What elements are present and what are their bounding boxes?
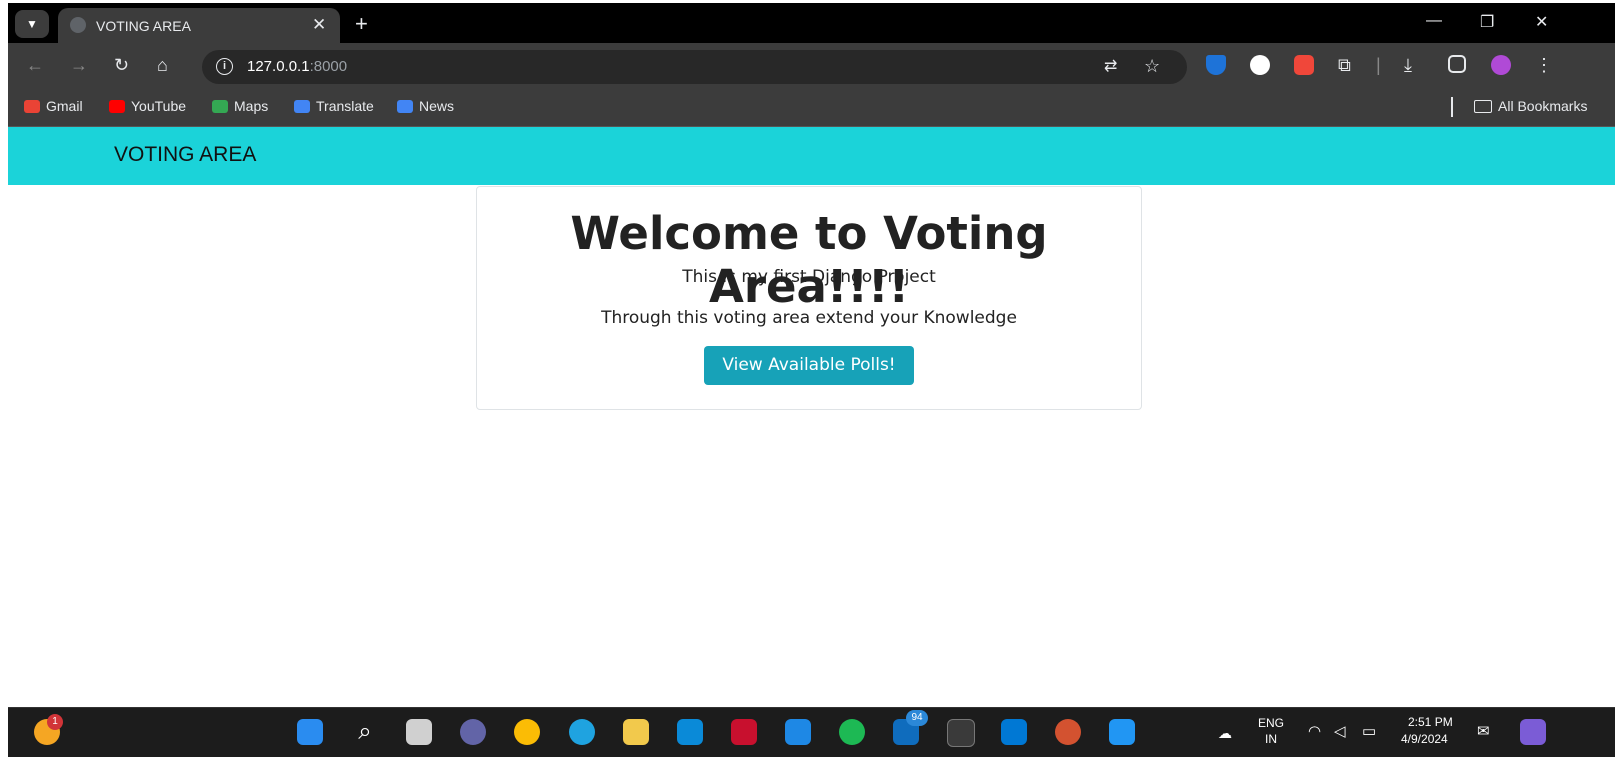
url-text[interactable]: 127.0.0.1:8000 (247, 58, 347, 75)
side-panel-icon[interactable] (1448, 55, 1466, 73)
all-bookmarks[interactable]: All Bookmarks (1474, 98, 1587, 114)
copilot-icon[interactable] (1520, 719, 1546, 745)
globe-icon (70, 17, 86, 33)
close-tab-icon[interactable]: ✕ (312, 15, 326, 35)
view-polls-button[interactable]: View Available Polls! (704, 346, 914, 385)
translate-icon[interactable]: ⇄ (1104, 57, 1117, 77)
chevron-down-icon: ▼ (26, 17, 38, 31)
volume-icon[interactable]: ◁ (1334, 722, 1346, 740)
powerpoint-icon[interactable] (1055, 719, 1081, 745)
close-window-button[interactable]: ✕ (1535, 12, 1548, 32)
spotify-icon[interactable] (839, 719, 865, 745)
battery-icon[interactable]: ▭ (1362, 722, 1376, 740)
file-explorer-icon[interactable] (623, 719, 649, 745)
forward-icon[interactable]: → (70, 55, 88, 75)
bookmark-label: News (419, 98, 455, 114)
bookmark-label: Gmail (46, 98, 83, 114)
site-navbar: VOTING AREA (8, 127, 1615, 185)
chrome-icon[interactable] (514, 719, 540, 745)
all-bookmarks-label: All Bookmarks (1498, 98, 1588, 114)
bookmarks-divider (1451, 97, 1453, 117)
region-indicator: IN (1265, 732, 1277, 746)
minimize-button[interactable]: — (1426, 12, 1442, 30)
myhp-icon[interactable] (677, 719, 703, 745)
shield-extension-icon[interactable] (1206, 55, 1226, 75)
bookmark-maps[interactable]: Maps (212, 98, 268, 114)
menu-icon[interactable]: ⋮ (1535, 55, 1553, 75)
news-icon (397, 99, 413, 113)
home-icon[interactable]: ⌂ (157, 55, 168, 75)
url-port: :8000 (309, 58, 348, 75)
address-bar[interactable]: i 127.0.0.1:8000 ⇄ ☆ (202, 50, 1187, 84)
record-extension-icon[interactable] (1250, 55, 1270, 75)
translate-icon (294, 99, 310, 113)
url-host: 127.0.0.1 (247, 58, 310, 75)
clock-time[interactable]: 2:51 PM (1408, 715, 1453, 729)
wifi-icon[interactable]: ◠ (1308, 722, 1321, 740)
bookmark-news[interactable]: News (397, 98, 454, 114)
browser-tab[interactable]: VOTING AREA ✕ (58, 8, 340, 43)
reload-icon[interactable]: ↻ (114, 55, 129, 75)
mcafee-icon[interactable] (731, 719, 757, 745)
browser-toolbar: ← → ↻ ⌂ i 127.0.0.1:8000 ⇄ ☆ ⧉ | ⤓ ⋮ (8, 43, 1615, 89)
video-editor-icon[interactable] (785, 719, 811, 745)
new-tab-button[interactable]: + (355, 11, 368, 37)
page-title: Welcome to Voting Area!!!! (570, 207, 1048, 313)
extensions-icon[interactable]: ⧉ (1338, 55, 1351, 75)
restore-button[interactable]: ❐ (1480, 12, 1494, 32)
welcome-card: Welcome to Voting Area!!!! This is my fi… (476, 186, 1142, 410)
chat-icon[interactable] (460, 719, 486, 745)
download-icon[interactable]: ⤓ (1404, 55, 1412, 75)
notification-icon[interactable]: ✉ (1477, 722, 1490, 740)
back-icon[interactable]: ← (26, 55, 44, 75)
bookmark-star-icon[interactable]: ☆ (1144, 56, 1160, 76)
outlook-badge: 94 (906, 710, 928, 726)
bookmark-label: Maps (234, 98, 269, 114)
bookmark-youtube[interactable]: YouTube (109, 98, 186, 114)
subtitle-text: This is my first Django Project (682, 267, 936, 287)
tab-strip: ▼ VOTING AREA ✕ + — ❐ ✕ (8, 3, 1615, 43)
youtube-icon (109, 99, 125, 113)
bookmark-label: Translate (316, 98, 374, 114)
windows-taskbar: 1 ⌕ 94 ☁ ENG IN ◠ ◁ ▭ 2:51 PM 4/9/2024 ✉ (8, 707, 1615, 757)
gmail-icon (24, 99, 40, 113)
search-icon[interactable]: ⌕ (352, 719, 378, 745)
navbar-brand[interactable]: VOTING AREA (114, 143, 256, 167)
maps-icon (212, 99, 228, 113)
terminal-icon[interactable] (947, 719, 975, 747)
description-text: Through this voting area extend your Kno… (601, 308, 1017, 328)
bookmarks-bar: Gmail YouTube Maps Translate News All Bo… (8, 89, 1615, 127)
clock-date[interactable]: 4/9/2024 (1401, 732, 1448, 746)
bookmark-gmail[interactable]: Gmail (24, 98, 83, 114)
tab-title: VOTING AREA (96, 18, 191, 34)
edge-icon[interactable] (569, 719, 595, 745)
profile-avatar[interactable] (1491, 55, 1511, 75)
tab-search-button[interactable]: ▼ (15, 10, 49, 38)
vscode-icon[interactable] (1001, 719, 1027, 745)
onedrive-icon[interactable]: ☁ (1218, 725, 1232, 742)
weather-badge: 1 (47, 714, 63, 730)
folder-icon (1474, 99, 1492, 113)
language-indicator[interactable]: ENG (1258, 716, 1284, 730)
screen-recorder-icon[interactable] (1294, 55, 1314, 75)
start-icon[interactable] (297, 719, 323, 745)
task-view-icon[interactable] (406, 719, 432, 745)
site-info-icon[interactable]: i (216, 58, 233, 75)
screen: ▼ VOTING AREA ✕ + — ❐ ✕ ← → ↻ ⌂ i 127.0.… (8, 3, 1615, 757)
photos-icon[interactable] (1109, 719, 1135, 745)
toolbar-divider: | (1376, 55, 1381, 75)
bookmark-label: YouTube (131, 98, 187, 114)
bookmark-translate[interactable]: Translate (294, 98, 374, 114)
